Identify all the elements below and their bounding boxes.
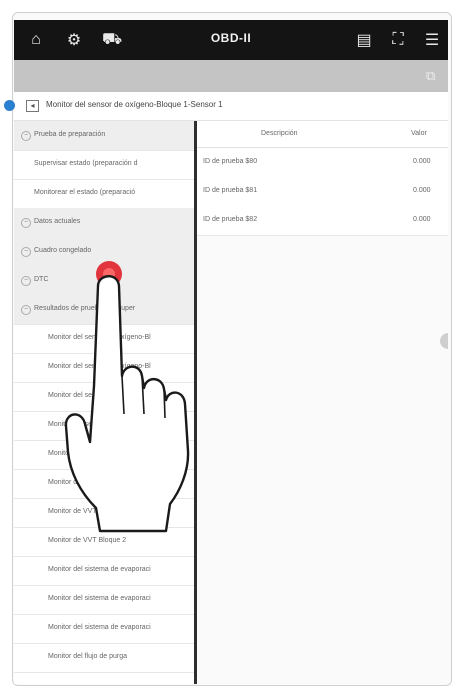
breadcrumb-text: Monitor del sensor de oxígeno-Bloque 1-S… [46, 100, 223, 109]
collapse-icon[interactable]: − [21, 247, 31, 257]
tree-item-label: Monitorear el estado (preparació [34, 189, 136, 196]
cell-value: 0.000 [413, 187, 431, 194]
cell-description: ID de prueba $82 [203, 216, 258, 223]
menu-icon[interactable]: ☰ [422, 30, 442, 50]
app-header: ⌂ ⚙ ⛟ OBD-II ▤ ⛶ ☰ [14, 20, 448, 60]
fullscreen-icon[interactable]: ⛶ [388, 30, 408, 50]
indicator-dot [4, 100, 15, 111]
tree-item[interactable]: Monitor del sistema de evaporaci [14, 585, 194, 615]
cell-description: ID de prueba $81 [203, 187, 258, 194]
cell-value: 0.000 [413, 158, 431, 165]
column-header-description: Descripción [261, 130, 298, 137]
tree-item[interactable]: Monitorear el estado (preparació [14, 179, 194, 209]
collapse-icon[interactable]: − [21, 218, 31, 228]
table-row[interactable]: ID de prueba $82 0.000 [197, 206, 448, 236]
tree-item[interactable]: Monitor del sistema de evaporaci [14, 614, 194, 644]
collapse-icon[interactable]: − [21, 276, 31, 286]
export-icon[interactable]: ⧉ [426, 68, 442, 84]
cell-description: ID de prueba $80 [203, 158, 258, 165]
tap-gesture-hand-icon [64, 261, 190, 533]
tree-category[interactable]: − Datos actuales [14, 208, 194, 238]
cell-value: 0.000 [413, 216, 431, 223]
tree-item-label: Monitor del flujo de purga [48, 653, 127, 660]
toolbar: ⧉ [14, 60, 448, 92]
tree-category[interactable]: − Prueba de preparación [14, 121, 194, 151]
tree-item-label: Monitor del sistema de evaporaci [48, 566, 151, 573]
tree-item-label: Monitor del sistema de evaporaci [48, 595, 151, 602]
tree-item[interactable]: Monitor del flujo de purga [14, 643, 194, 673]
tree-item[interactable]: Supervisar estado (preparación d [14, 150, 194, 180]
table-header: Descripción Valor [197, 121, 448, 148]
table-row[interactable]: ID de prueba $81 0.000 [197, 177, 448, 207]
tree-item-label: Monitor de VVT Bloque 2 [48, 537, 127, 544]
tree-item-label: Monitor del sistema de evaporaci [48, 624, 151, 631]
collapse-icon[interactable]: − [21, 305, 31, 315]
tree-item-label: Datos actuales [34, 218, 81, 225]
table-row[interactable]: ID de prueba $80 0.000 [197, 148, 448, 178]
tree-item-label: Prueba de preparación [34, 131, 106, 138]
column-header-value: Valor [411, 130, 427, 137]
app-title: OBD-II [210, 31, 252, 45]
print-icon[interactable]: ▤ [354, 30, 374, 50]
back-icon[interactable]: ◂ [26, 100, 39, 112]
tree-item[interactable]: Monitor del sistema de evaporaci [14, 556, 194, 586]
breadcrumb: ◂ Monitor del sensor de oxígeno-Bloque 1… [4, 92, 448, 121]
tree-item-label: Supervisar estado (preparación d [34, 160, 138, 167]
collapse-icon[interactable]: − [21, 131, 31, 141]
